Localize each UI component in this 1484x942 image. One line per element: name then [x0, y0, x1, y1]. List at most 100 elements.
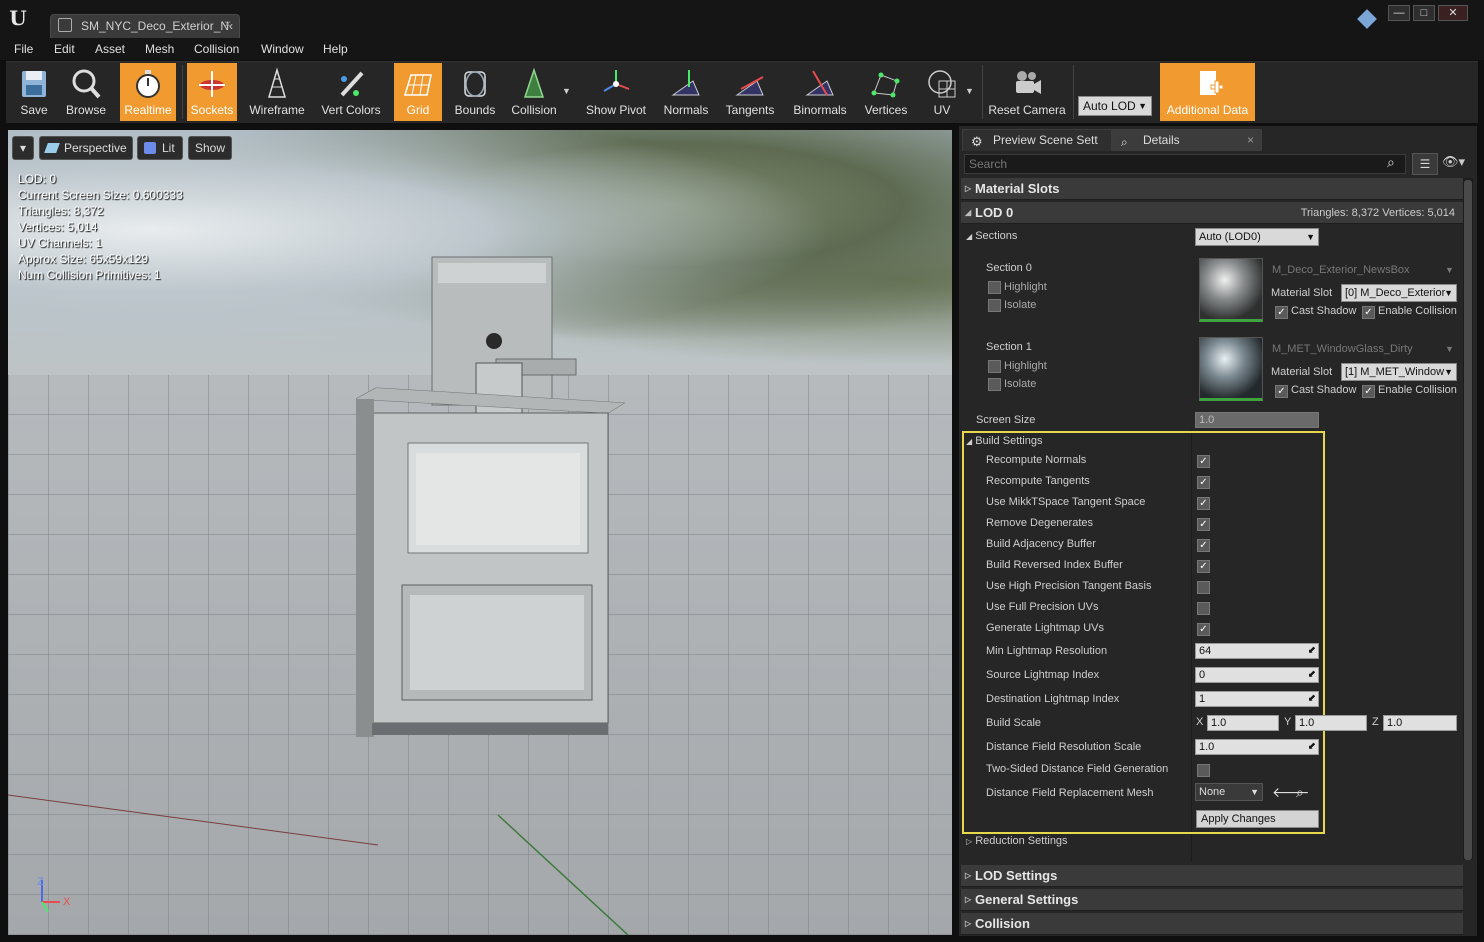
bounds-button[interactable]: Bounds	[450, 63, 500, 121]
section1-material-thumbnail[interactable]	[1199, 337, 1263, 401]
section1-highlight-checkbox[interactable]	[988, 360, 1001, 373]
vertices-button[interactable]: Vertices	[860, 63, 912, 121]
uv-button[interactable]: UV	[918, 63, 966, 121]
close-window-button[interactable]: ✕	[1438, 5, 1468, 21]
apply-changes-button[interactable]: Apply Changes	[1196, 810, 1319, 828]
build-scale-z-input[interactable]: 1.0	[1383, 715, 1457, 731]
screen-size-input[interactable]: 1.0	[1195, 412, 1319, 428]
collision-button[interactable]: Collision	[506, 63, 562, 121]
build-scale-x-input[interactable]: 1.0	[1207, 715, 1279, 731]
browse-asset-search-icon[interactable]: ⌕	[1296, 784, 1304, 801]
section0-enable-collision-checkbox[interactable]	[1362, 306, 1375, 319]
reversed-index-checkbox[interactable]	[1197, 560, 1210, 573]
chevron-down-icon: ▼	[1444, 288, 1453, 298]
section0-isolate-checkbox[interactable]	[988, 299, 1001, 312]
destination-lightmap-index-input[interactable]: 1 ⬋	[1195, 691, 1319, 707]
section1-title: Section 1	[986, 341, 1032, 353]
category-lod-settings[interactable]: ▷ LOD Settings	[961, 865, 1463, 887]
recompute-normals-label: Recompute Normals	[986, 454, 1087, 466]
build-settings-header[interactable]: ◢ Build Settings	[966, 435, 1042, 447]
vert-colors-button[interactable]: Vert Colors	[316, 63, 386, 121]
section0-highlight-label: Highlight	[1004, 281, 1047, 293]
category-general-settings[interactable]: ▷ General Settings	[961, 889, 1463, 911]
browse-button[interactable]: Browse	[62, 63, 110, 121]
remove-degenerates-checkbox[interactable]	[1197, 518, 1210, 531]
menu-file[interactable]: File	[14, 42, 33, 56]
auto-lod-dropdown[interactable]: Auto LOD ▼	[1078, 96, 1152, 116]
replacement-mesh-dropdown[interactable]: None ▼	[1195, 783, 1263, 801]
document-tab[interactable]: SM_NYC_Deco_Exterior_N‹	[50, 14, 240, 38]
section0-material-slot-dropdown[interactable]: [0] M_Deco_Exterior ▼	[1341, 284, 1457, 302]
details-scrollbar-thumb[interactable]	[1464, 180, 1472, 860]
additional-data-button[interactable]: Additional Data	[1160, 63, 1255, 121]
menu-edit[interactable]: Edit	[54, 42, 75, 56]
minimize-button[interactable]: —	[1388, 5, 1410, 21]
section1-material-name[interactable]: M_MET_WindowGlass_Dirty	[1272, 343, 1413, 355]
build-scale-y-input[interactable]: 1.0	[1295, 715, 1367, 731]
recompute-normals-checkbox[interactable]	[1197, 455, 1210, 468]
reset-camera-button[interactable]: Reset Camera	[986, 63, 1068, 121]
show-pivot-button[interactable]: Show Pivot	[584, 63, 648, 121]
reduction-settings-header[interactable]: ▷ Reduction Settings	[966, 835, 1068, 847]
static-mesh-icon	[58, 18, 72, 32]
close-tab-icon[interactable]: ×	[1247, 130, 1254, 150]
high-precision-tangent-checkbox[interactable]	[1197, 581, 1210, 594]
section1-cast-shadow-checkbox[interactable]	[1275, 385, 1288, 398]
menu-window[interactable]: Window	[261, 42, 304, 56]
distance-field-resolution-input[interactable]: 1.0 ⬋	[1195, 739, 1319, 755]
sockets-button[interactable]: Sockets	[187, 63, 237, 121]
realtime-button[interactable]: Realtime	[120, 63, 176, 121]
category-lod0[interactable]: ◢ LOD 0 Triangles: 8,372 Vertices: 5,014	[961, 202, 1463, 224]
generate-lightmap-uvs-checkbox[interactable]	[1197, 623, 1210, 636]
sections-header[interactable]: ◢ Sections	[966, 230, 1017, 242]
menu-collision[interactable]: Collision	[194, 42, 239, 56]
section0-material-name[interactable]: M_Deco_Exterior_NewsBox	[1272, 264, 1410, 276]
section0-enable-collision-label: Enable Collision	[1378, 305, 1457, 317]
wireframe-button[interactable]: Wireframe	[246, 63, 308, 121]
section1-slot-label: Material Slot	[1271, 366, 1333, 378]
tab-preview-scene-settings[interactable]: ⚙ Preview Scene Sett	[962, 129, 1112, 151]
section1-material-slot-dropdown[interactable]: [1] M_MET_Window ▼	[1341, 363, 1457, 381]
newsbox-mesh[interactable]	[356, 253, 626, 743]
eye-visibility-icon[interactable]: 👁︎▾	[1442, 154, 1465, 170]
close-tab-icon[interactable]: ×	[224, 17, 231, 31]
menu-mesh[interactable]: Mesh	[145, 42, 174, 56]
full-precision-uvs-checkbox[interactable]	[1197, 602, 1210, 615]
show-button[interactable]: Show	[188, 136, 232, 160]
search-icon[interactable]: ⌕	[1387, 154, 1395, 171]
category-material-slots[interactable]: ▷ Material Slots	[961, 178, 1463, 200]
perspective-button[interactable]: Perspective	[39, 136, 133, 160]
uv-dropdown-arrow-icon[interactable]: ▼	[965, 86, 974, 96]
section0-cast-shadow-checkbox[interactable]	[1275, 306, 1288, 319]
save-button[interactable]: Save	[10, 63, 58, 121]
category-collision[interactable]: ▷ Collision	[961, 913, 1463, 935]
source-lightmap-index-input[interactable]: 0 ⬋	[1195, 667, 1319, 683]
sections-lod-dropdown[interactable]: Auto (LOD0) ▼	[1195, 228, 1319, 246]
section1-isolate-checkbox[interactable]	[988, 378, 1001, 391]
section0-material-thumbnail[interactable]	[1199, 258, 1263, 322]
maximize-button[interactable]: □	[1413, 5, 1435, 21]
viewport-options-button[interactable]: ▾	[12, 136, 34, 160]
build-adjacency-checkbox[interactable]	[1197, 539, 1210, 552]
section1-enable-collision-checkbox[interactable]	[1362, 385, 1375, 398]
two-sided-distance-field-checkbox[interactable]	[1197, 764, 1210, 777]
section0-highlight-checkbox[interactable]	[988, 281, 1001, 294]
tangents-button[interactable]: Tangents	[722, 63, 778, 121]
min-lightmap-resolution-input[interactable]: 64 ⬋	[1195, 643, 1319, 659]
tab-details[interactable]: ⌕ Details ×	[1112, 129, 1262, 151]
list-view-icon[interactable]: ☰	[1412, 153, 1438, 175]
lit-button[interactable]: Lit	[137, 136, 183, 160]
section1-highlight-label: Highlight	[1004, 360, 1047, 372]
collision-dropdown-arrow-icon[interactable]: ▼	[562, 86, 571, 96]
binormals-button[interactable]: Binormals	[788, 63, 852, 121]
menu-asset[interactable]: Asset	[95, 42, 125, 56]
mikktspace-checkbox[interactable]	[1197, 497, 1210, 510]
tangents-icon	[735, 76, 764, 96]
recompute-tangents-checkbox[interactable]	[1197, 476, 1210, 489]
normals-button[interactable]: Normals	[658, 63, 714, 121]
use-selected-asset-arrow-icon[interactable]: 🡐	[1272, 784, 1310, 801]
details-search-input[interactable]: Search	[964, 154, 1406, 174]
menu-help[interactable]: Help	[323, 42, 348, 56]
lod-settings-label: LOD Settings	[975, 868, 1058, 883]
grid-button[interactable]: Grid	[394, 63, 442, 121]
